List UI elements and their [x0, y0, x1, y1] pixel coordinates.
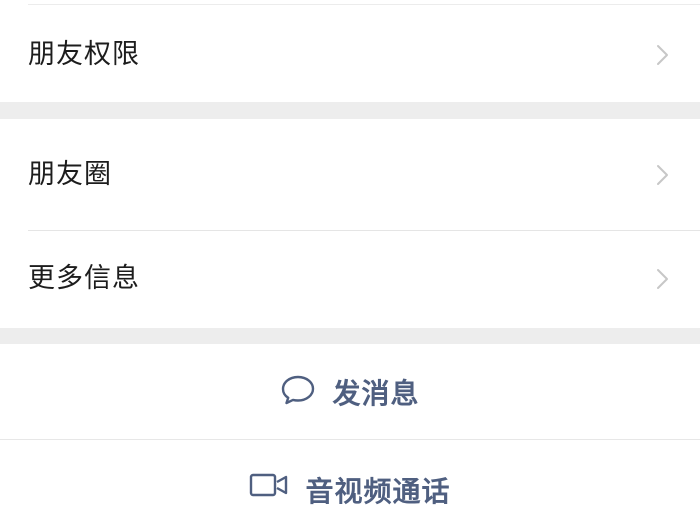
send-message-button[interactable]: 发消息: [0, 344, 700, 439]
moments-row[interactable]: 朋友圈: [0, 119, 700, 230]
chevron-right-icon: [652, 163, 672, 187]
friend-permissions-row[interactable]: 朋友权限: [0, 5, 700, 102]
chevron-right-icon: [652, 43, 672, 67]
chevron-right-icon: [652, 267, 672, 291]
video-camera-icon: [249, 472, 289, 502]
send-message-label: 发消息: [332, 376, 420, 410]
chat-bubble-icon: [280, 374, 316, 410]
section-gap: [0, 102, 700, 119]
av-call-button[interactable]: 音视频通话: [0, 458, 700, 518]
action-divider: [0, 439, 700, 440]
av-call-label: 音视频通话: [305, 475, 451, 508]
friend-permissions-label: 朋友权限: [28, 39, 140, 70]
more-info-row[interactable]: 更多信息: [0, 231, 700, 328]
moments-label: 朋友圈: [28, 159, 112, 190]
section-gap: [0, 328, 700, 344]
more-info-label: 更多信息: [28, 263, 140, 294]
